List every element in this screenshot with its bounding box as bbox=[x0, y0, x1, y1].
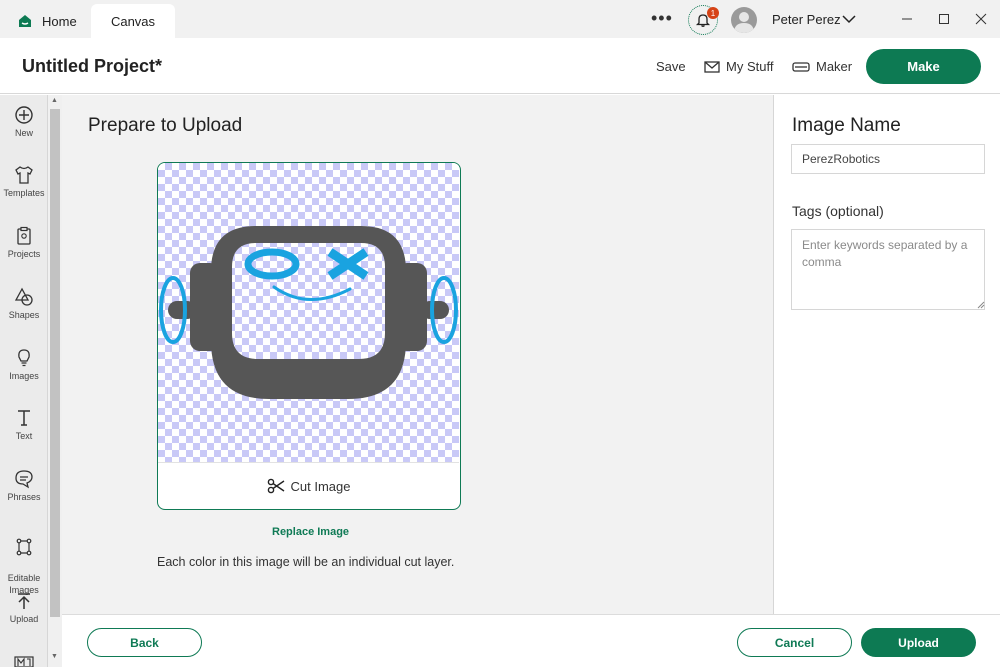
notifications-button[interactable]: 1 bbox=[688, 5, 719, 35]
sidebar-item-templates[interactable]: Templates bbox=[0, 165, 48, 198]
image-name-input[interactable] bbox=[791, 144, 985, 174]
upload-icon bbox=[18, 593, 30, 609]
sidebar-item-label: Shapes bbox=[8, 310, 40, 320]
sidebar-item-label: Projects bbox=[7, 249, 41, 259]
sidebar-item-label: Images bbox=[9, 371, 39, 381]
tags-label: Tags (optional) bbox=[792, 203, 884, 219]
tab-home[interactable]: Home bbox=[10, 4, 90, 38]
maker-button[interactable]: Maker bbox=[792, 59, 852, 74]
sidebar-item-phrases[interactable]: Phrases bbox=[0, 469, 48, 502]
replace-image-link[interactable]: Replace Image bbox=[272, 526, 349, 538]
upload-button[interactable]: Upload bbox=[861, 628, 976, 657]
sidebar-item-new[interactable]: New bbox=[0, 105, 48, 138]
my-stuff-button[interactable]: My Stuff bbox=[704, 59, 773, 74]
notification-badge: 1 bbox=[707, 7, 719, 19]
envelope-icon bbox=[704, 60, 720, 73]
editable-image-icon bbox=[16, 538, 32, 556]
image-details-panel: Image Name Tags (optional) bbox=[773, 95, 1000, 614]
monogram-icon bbox=[14, 656, 34, 667]
maker-label: Maker bbox=[816, 59, 853, 74]
speech-bubble-icon bbox=[15, 470, 33, 489]
user-name[interactable]: Peter Perez bbox=[772, 12, 841, 27]
project-header: Untitled Project* Save My Stuff Maker Ma… bbox=[0, 38, 1000, 94]
sidebar-scrollbar[interactable]: ▲ ▼ bbox=[48, 95, 62, 667]
sidebar-item-label: Upload bbox=[9, 614, 39, 624]
chevron-down-icon[interactable] bbox=[842, 13, 856, 25]
text-icon bbox=[18, 410, 30, 426]
cut-image-label: Cut Image bbox=[290, 478, 351, 494]
lightbulb-icon bbox=[18, 349, 30, 367]
robot-image bbox=[159, 226, 458, 399]
save-label: Save bbox=[656, 59, 686, 74]
image-name-heading: Image Name bbox=[792, 115, 901, 136]
sidebar-item-more[interactable] bbox=[0, 653, 48, 667]
tab-canvas[interactable]: Canvas bbox=[91, 4, 175, 38]
sidebar-item-projects[interactable]: Projects bbox=[0, 226, 48, 259]
save-button[interactable]: Save bbox=[656, 59, 686, 74]
transparent-background bbox=[158, 163, 459, 462]
sidebar-item-label: Text bbox=[15, 431, 33, 441]
title-bar: Home Canvas ••• 1 Peter Perez bbox=[0, 0, 1000, 38]
upload-main-area: Prepare to Upload Cut Image Replace Imag… bbox=[62, 95, 773, 614]
cut-layer-description: Each color in this image will be an indi… bbox=[157, 555, 455, 569]
sidebar-item-label: New bbox=[14, 128, 33, 138]
page-title: Prepare to Upload bbox=[88, 115, 243, 136]
sidebar-item-editable-images[interactable]: Editable Images bbox=[0, 525, 48, 596]
footer-bar: Back Cancel Upload bbox=[62, 614, 1000, 667]
sidebar: New Templates Projects Shapes Images Tex… bbox=[0, 95, 48, 667]
tags-textarea[interactable] bbox=[791, 229, 985, 310]
cancel-button[interactable]: Cancel bbox=[737, 628, 852, 657]
sidebar-item-upload[interactable]: Upload bbox=[0, 591, 48, 624]
my-stuff-label: My Stuff bbox=[726, 59, 774, 74]
sidebar-item-label: Phrases bbox=[7, 492, 41, 502]
sidebar-item-label: Templates bbox=[3, 188, 45, 198]
project-title: Untitled Project* bbox=[22, 56, 163, 76]
maximize-icon[interactable] bbox=[937, 12, 951, 26]
cutting-machine-icon bbox=[792, 61, 810, 72]
clipboard-icon bbox=[17, 226, 31, 245]
sidebar-item-text[interactable]: Text bbox=[0, 408, 48, 441]
scroll-down-icon[interactable]: ▼ bbox=[51, 653, 58, 660]
plus-circle-icon bbox=[15, 106, 33, 124]
sidebar-item-shapes[interactable]: Shapes bbox=[0, 287, 48, 320]
scissors-icon bbox=[267, 478, 284, 494]
back-button[interactable]: Back bbox=[87, 628, 202, 657]
resize-grip-icon[interactable] bbox=[977, 301, 985, 309]
tab-home-label: Home bbox=[42, 13, 77, 29]
home-logo-icon bbox=[19, 15, 31, 27]
tab-canvas-label: Canvas bbox=[110, 13, 156, 29]
shapes-icon bbox=[14, 287, 33, 306]
scroll-thumb[interactable] bbox=[50, 109, 60, 617]
more-options-icon[interactable]: ••• bbox=[651, 9, 673, 27]
close-icon[interactable] bbox=[974, 12, 988, 26]
shirt-icon bbox=[15, 166, 33, 184]
user-avatar-icon bbox=[734, 12, 754, 33]
cut-image-option[interactable]: Cut Image bbox=[158, 462, 459, 509]
scroll-up-icon[interactable]: ▲ bbox=[51, 97, 58, 104]
avatar[interactable] bbox=[731, 7, 757, 33]
minimize-icon[interactable] bbox=[900, 12, 914, 26]
image-preview-card: Cut Image bbox=[157, 162, 461, 510]
sidebar-item-images[interactable]: Images bbox=[0, 348, 48, 381]
make-button[interactable]: Make bbox=[866, 49, 981, 84]
